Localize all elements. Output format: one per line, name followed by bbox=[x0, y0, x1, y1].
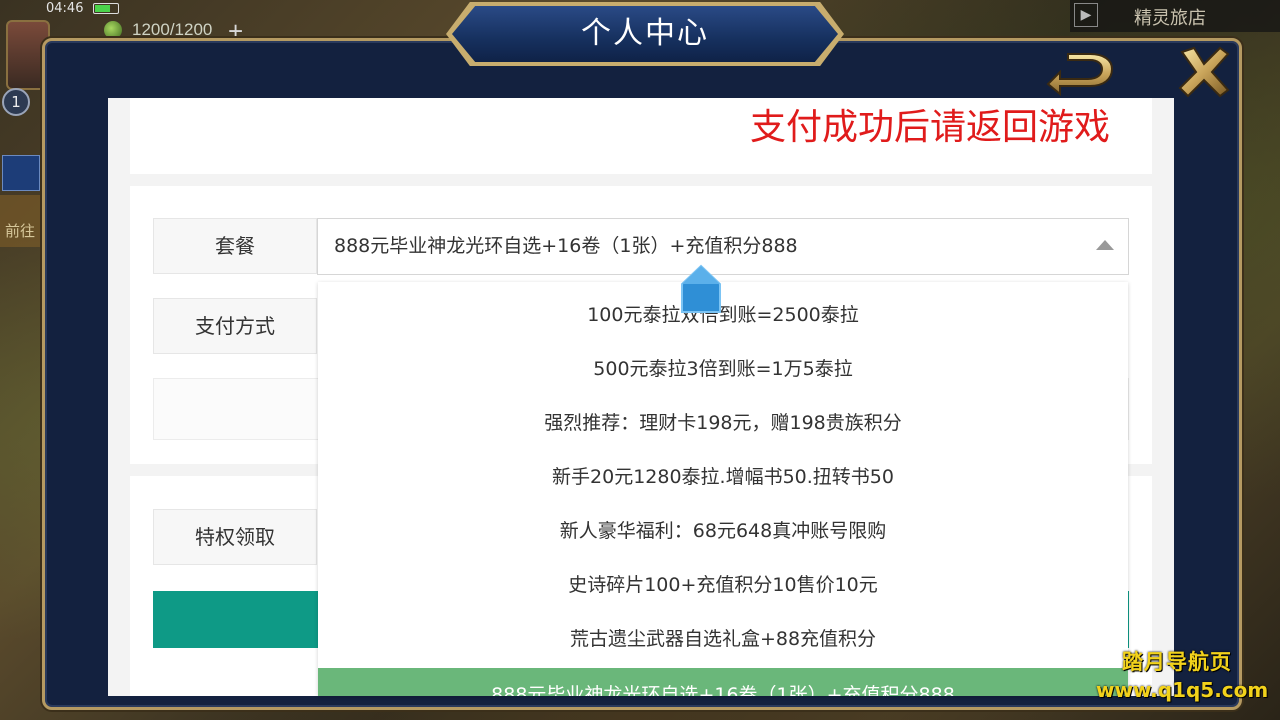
close-icon[interactable] bbox=[1176, 44, 1232, 100]
side-menu-button[interactable] bbox=[2, 155, 40, 191]
dropdown-option[interactable]: 强烈推荐：理财卡198元，赠198贵族积分 bbox=[318, 396, 1128, 450]
stamina-icon bbox=[104, 21, 122, 39]
inn-button[interactable]: ▶ 精灵旅店 bbox=[1070, 0, 1280, 32]
dropdown-option[interactable]: 新人豪华福利：68元648真冲账号限购 bbox=[318, 504, 1128, 558]
inn-label: 精灵旅店 bbox=[1134, 8, 1206, 29]
dropdown-option[interactable]: 史诗碎片100+充值积分10售价10元 bbox=[318, 558, 1128, 612]
package-label: 套餐 bbox=[153, 218, 317, 274]
dropdown-option[interactable]: 新手20元1280泰拉.增幅书50.扭转书50 bbox=[318, 450, 1128, 504]
dropdown-option-selected[interactable]: 888元毕业神龙光环自选+16卷（1张）+充值积分888 bbox=[318, 668, 1128, 696]
battery-icon bbox=[93, 3, 119, 14]
watermark-title: 踏月导航页 bbox=[1122, 650, 1232, 674]
package-dropdown[interactable]: 100元泰拉双倍到账=2500泰拉 500元泰拉3倍到账=1万5泰拉 强烈推荐：… bbox=[318, 282, 1128, 696]
side-go-label[interactable]: 前往 bbox=[0, 195, 40, 247]
battery-fill bbox=[95, 5, 110, 12]
dropdown-option[interactable]: 100元泰拉双倍到账=2500泰拉 bbox=[318, 288, 1128, 342]
dropdown-option[interactable]: 荒古遗尘武器自选礼盒+88充值积分 bbox=[318, 612, 1128, 666]
level-badge: 1 bbox=[2, 88, 30, 116]
stamina-value: 1200/1200 bbox=[132, 20, 213, 39]
payment-notice: 支付成功后请返回游戏 bbox=[750, 107, 1111, 148]
watermark: 踏月导航页 www.q1q5.com bbox=[1096, 646, 1276, 706]
play-icon: ▶ bbox=[1074, 3, 1098, 27]
chevron-up-icon[interactable] bbox=[1096, 240, 1114, 250]
dropdown-option[interactable]: 500元泰拉3倍到账=1万5泰拉 bbox=[318, 342, 1128, 396]
clock: 04:46 bbox=[46, 1, 84, 16]
watermark-url: www.q1q5.com bbox=[1096, 678, 1269, 702]
touch-cursor-icon bbox=[681, 264, 721, 313]
package-select[interactable]: 888元毕业神龙光环自选+16卷（1张）+充值积分888 bbox=[317, 218, 1129, 275]
back-icon[interactable] bbox=[1044, 50, 1116, 98]
payment-method-label: 支付方式 bbox=[153, 298, 317, 354]
notice-card: 支付成功后请返回游戏 bbox=[130, 98, 1152, 174]
status-bar: 04:46 bbox=[0, 0, 260, 18]
privilege-label: 特权领取 bbox=[153, 509, 317, 565]
modal-title: 个人中心 bbox=[581, 16, 709, 51]
